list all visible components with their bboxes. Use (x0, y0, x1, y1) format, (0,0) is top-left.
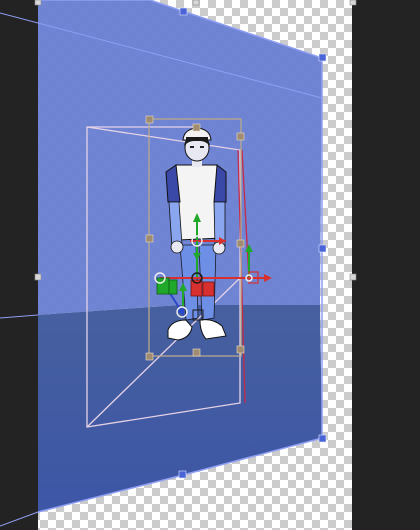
transform-handle-top[interactable] (192, 123, 201, 132)
canvas-area[interactable] (0, 0, 420, 530)
plane-handle-bottom[interactable] (178, 470, 187, 479)
plane-upper[interactable] (38, 0, 322, 315)
left-pasteboard (0, 0, 38, 530)
transform-handle-bl[interactable] (145, 352, 154, 361)
3d-viewport[interactable] (0, 0, 420, 530)
transform-handle-tl[interactable] (145, 115, 154, 124)
plane-handle-bottom-right[interactable] (318, 434, 327, 443)
plane-handle-corner-tl[interactable] (34, 0, 42, 6)
plane-handle-corner-tr[interactable] (349, 0, 357, 6)
plane-handle-top[interactable] (179, 7, 188, 16)
right-pasteboard (352, 0, 420, 530)
transform-handle-tr[interactable] (236, 132, 245, 141)
plane-handle-right[interactable] (318, 244, 327, 253)
transform-handle-right[interactable] (236, 239, 245, 248)
plane-handle-left[interactable] (34, 273, 42, 281)
plane-handle-top-mid[interactable] (192, 0, 200, 6)
transform-handle-left[interactable] (145, 234, 154, 243)
transform-handle-bottom[interactable] (192, 348, 201, 357)
plane-handle-top-right[interactable] (318, 53, 327, 62)
plane-handle-right-edge[interactable] (349, 273, 357, 281)
transform-handle-br[interactable] (236, 345, 245, 354)
